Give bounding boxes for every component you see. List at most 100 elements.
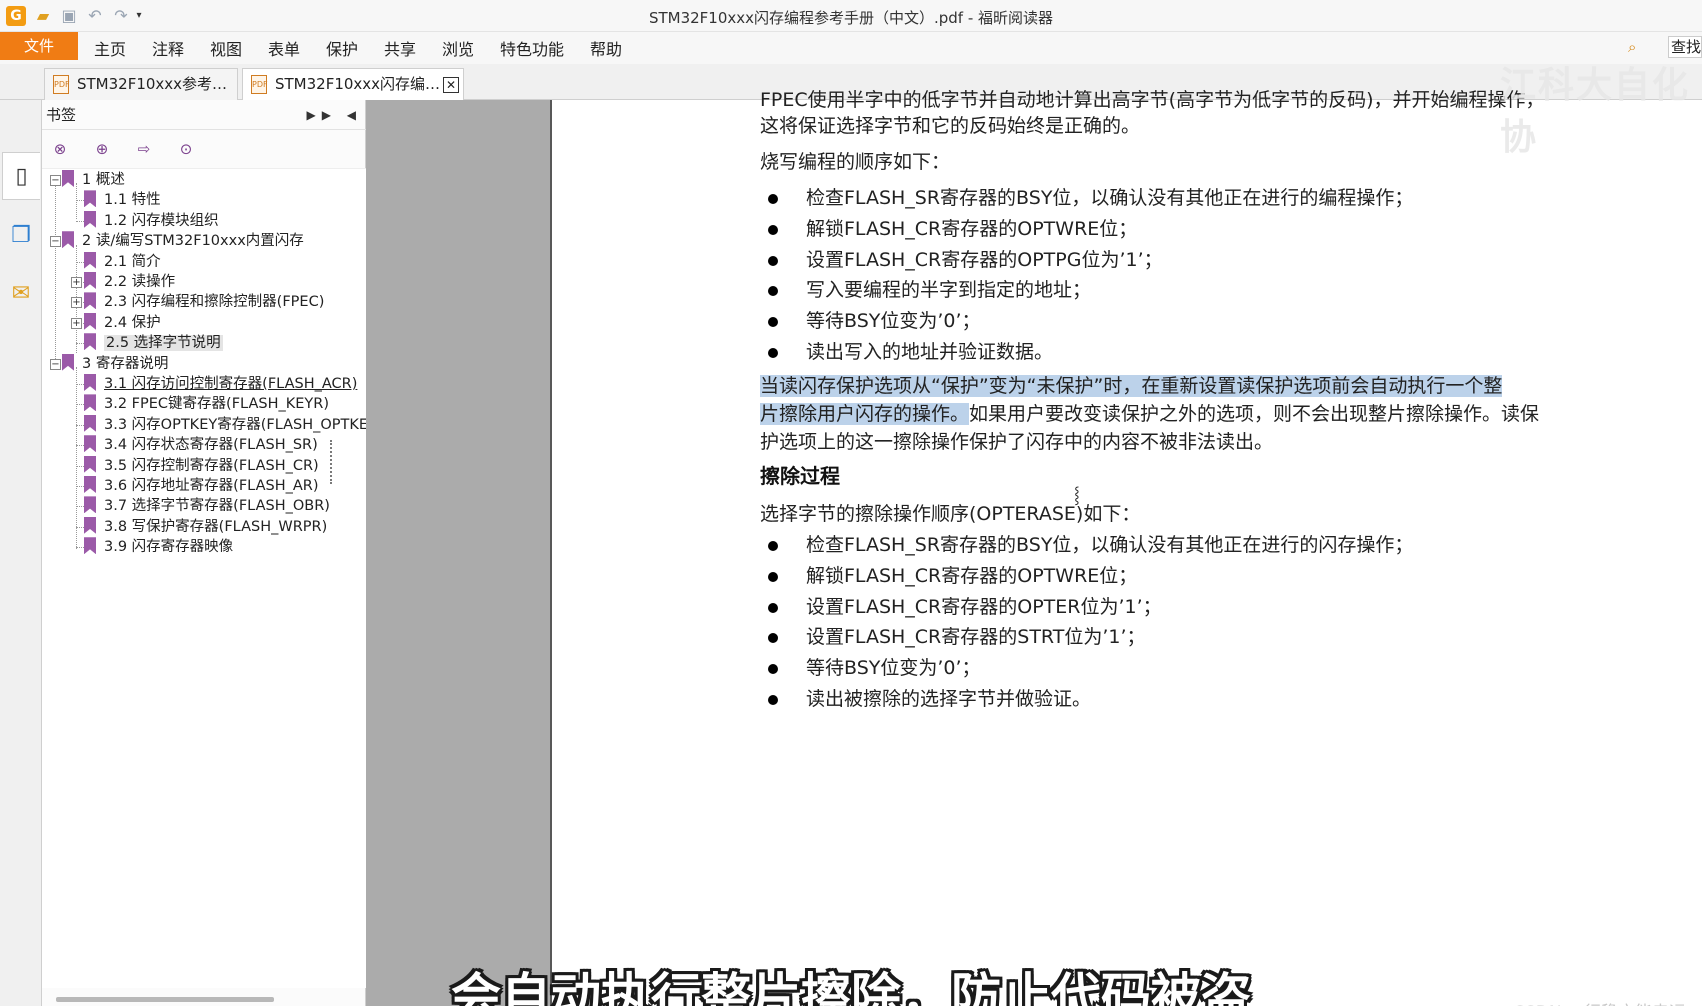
bookmark-item[interactable]: 3 寄存器说明	[62, 353, 168, 375]
menu-home[interactable]: 主页	[94, 36, 126, 60]
bookmark-item[interactable]: 3.6 闪存地址寄存器(FLASH_AR)	[84, 475, 319, 497]
bookmark-item[interactable]: 2.1 简介	[84, 251, 161, 273]
bookmark-label: 3.7 选择字节寄存器(FLASH_OBR)	[104, 498, 330, 515]
list-item-text: 解锁FLASH_CR寄存器的OPTWRE位；	[806, 217, 1138, 240]
tree-connector-line	[76, 445, 84, 447]
find-folder-icon[interactable]: ⌕	[1628, 38, 1650, 58]
bookmark-flag-icon	[84, 312, 96, 330]
bookmark-label: 3 寄存器说明	[82, 355, 169, 372]
expand-toggle-icon[interactable]: +	[71, 317, 82, 329]
bookmark-next-icon[interactable]: ⇨	[134, 139, 154, 161]
pdf-file-icon: PDF	[251, 75, 268, 94]
bookmark-item[interactable]: 3.9 闪存寄存器映像	[84, 536, 233, 558]
bookmark-flag-icon	[84, 292, 96, 310]
pdf-file-icon: PDF	[53, 75, 70, 94]
tree-connector-line	[76, 404, 84, 406]
bookmark-panel-title: 书签	[46, 106, 77, 124]
menu-comment[interactable]: 注释	[152, 36, 184, 60]
tree-connector-line	[76, 465, 84, 467]
channel-watermark: 江科大自化协	[1500, 65, 1691, 158]
tree-connector-line	[76, 200, 84, 202]
bookmark-toolbar: ⊗ ⊕ ⇨ ⊙	[42, 131, 366, 165]
list-item-text: 设置FLASH_CR寄存器的OPTER位为’1’；	[806, 595, 1162, 618]
bookmark-flag-icon	[62, 231, 74, 249]
collapse-toggle-icon[interactable]: −	[50, 358, 61, 370]
paragraph-line-3: 护选项上的这一擦除操作保护了闪存中的内容不被非法读出。	[760, 431, 1274, 453]
tree-connector-line	[76, 261, 84, 263]
comments-panel-icon[interactable]: ✉	[2, 270, 40, 318]
bookmark-item[interactable]: 2.5 选择字节说明	[84, 332, 223, 354]
tab-reference-manual[interactable]: PDF STM32F10xxx参考…	[44, 68, 238, 100]
collapse-toggle-icon[interactable]: −	[50, 175, 61, 186]
bullet-icon	[768, 541, 778, 551]
bookmark-flag-icon	[62, 353, 74, 371]
bookmark-label: 3.5 闪存控制寄存器(FLASH_CR)	[104, 457, 319, 474]
bullet-icon	[768, 224, 778, 235]
bookmark-item[interactable]: 3.4 闪存状态寄存器(FLASH_SR)	[84, 434, 318, 456]
add-bookmark-icon[interactable]: ⊕	[92, 139, 112, 161]
bookmark-item[interactable]: 2.3 闪存编程和擦除控制器(FPEC)	[84, 291, 324, 313]
pages-panel-icon[interactable]: ❐	[2, 212, 40, 260]
find-button[interactable]: 查找	[1668, 36, 1702, 58]
intro-line-1: FPEC使用半字中的低字节并自动地计算出高字节(高字节为低字节的反码)，并开始编…	[760, 89, 1545, 111]
list-item-text: 读出写入的地址并验证数据。	[806, 341, 1054, 363]
bookmark-item[interactable]: 3.1 闪存访问控制寄存器(FLASH_ACR)	[84, 373, 357, 395]
menu-share[interactable]: 共享	[384, 36, 416, 60]
tree-connector-line	[76, 506, 84, 508]
list-item-text: 读出被擦除的选择字节并做验证。	[806, 688, 1092, 710]
bookmark-label: 2.5 选择字节说明	[104, 335, 223, 352]
tree-connector-line	[76, 547, 84, 549]
expand-panel-icon[interactable]: ▶▶	[306, 108, 336, 122]
list-item-text: 写入要编程的半字到指定的地址；	[806, 279, 1092, 302]
bookmark-panel: 书签 ▶▶ ◀ ⊗ ⊕ ⇨ ⊙ − 1 概述 1.1 特性 1.2 闪存模块组织 − 2 …	[42, 100, 366, 1006]
bookmark-item[interactable]: 1.1 特性	[84, 189, 161, 211]
tree-connector-line	[55, 179, 56, 361]
bookmark-flag-icon	[84, 272, 96, 289]
bookmark-item[interactable]: 3.8 写保护寄存器(FLASH_WRPR)	[84, 516, 327, 538]
menu-help[interactable]: 帮助	[590, 36, 622, 60]
bookmark-item[interactable]: 1.2 闪存模块组织	[84, 210, 219, 232]
erase-heading: 擦除过程	[760, 464, 840, 488]
bookmark-flag-icon	[84, 374, 96, 391]
bookmark-flag-icon	[84, 251, 96, 269]
menu-protect[interactable]: 保护	[326, 36, 358, 60]
expand-toggle-icon[interactable]: +	[71, 277, 82, 288]
menu-file[interactable]: 文件	[0, 32, 78, 60]
bookmark-label: 1.1 特性	[104, 192, 161, 209]
expand-toggle-icon[interactable]: +	[71, 297, 82, 309]
collapse-panel-icon[interactable]: ◀	[347, 108, 362, 122]
bookmark-item[interactable]: 1 概述	[62, 169, 125, 191]
bullet-icon	[768, 194, 778, 204]
bookmark-expand-icon[interactable]: ⊙	[176, 139, 196, 161]
menu-view[interactable]: 视图	[210, 36, 242, 60]
close-tab-icon[interactable]: ✕	[443, 77, 459, 93]
delete-bookmark-icon[interactable]: ⊗	[50, 139, 70, 161]
bookmark-item[interactable]: 2.4 保护	[84, 312, 161, 334]
menu-form[interactable]: 表单	[268, 36, 300, 60]
bookmark-item[interactable]: 3.5 闪存控制寄存器(FLASH_CR)	[84, 455, 319, 477]
menu-features[interactable]: 特色功能	[500, 36, 564, 60]
panel-splitter-grip[interactable]	[330, 440, 336, 484]
tree-connector-line	[76, 384, 84, 385]
bookmark-flag-icon	[62, 170, 74, 187]
list-item-text: 设置FLASH_CR寄存器的OPTPG位为’1’；	[806, 248, 1163, 271]
bookmark-flag-icon	[84, 394, 96, 412]
bookmark-label: 3.2 FPEC键寄存器(FLASH_KEYR)	[104, 396, 329, 413]
list-item-text: 等待BSY位变为’0’；	[806, 657, 981, 680]
bookmarks-panel-icon[interactable]: ▯	[2, 152, 40, 200]
bullet-icon	[768, 571, 778, 582]
bookmark-item[interactable]: 2.2 读操作	[84, 271, 175, 293]
tab-flash-manual[interactable]: PDF STM32F10xxx闪存编… ✕	[242, 68, 464, 101]
bookmark-label: 3.6 闪存地址寄存器(FLASH_AR)	[104, 478, 319, 494]
highlight-paragraph-line-2: 片擦除用户闪存的操作。如果用户要改变读保护之外的选项，则不会出现整片擦除操作。读…	[760, 400, 1539, 428]
highlighted-text: 当读闪存保护选项从“保护”变为“未保护”时，在重新设置读保护选项前会自动执行一个…	[760, 375, 1503, 397]
bookmark-item[interactable]: 3.7 选择字节寄存器(FLASH_OBR)	[84, 495, 330, 517]
bookmark-item[interactable]: 2 读/编写STM32F10xxx内置闪存	[62, 230, 304, 252]
tree-connector-line	[76, 220, 84, 222]
bookmark-item[interactable]: 3.3 闪存OPTKEY寄存器(FLASH_OPTKEYR)	[84, 414, 366, 436]
bookmark-flag-icon	[84, 496, 96, 514]
bookmark-item[interactable]: 3.2 FPEC键寄存器(FLASH_KEYR)	[84, 393, 329, 415]
menu-browse[interactable]: 浏览	[442, 36, 474, 60]
highlight-paragraph-line-1: 当读闪存保护选项从“保护”变为“未保护”时，在重新设置读保护选项前会自动执行一个…	[760, 372, 1503, 400]
collapse-toggle-icon[interactable]: −	[50, 236, 61, 248]
